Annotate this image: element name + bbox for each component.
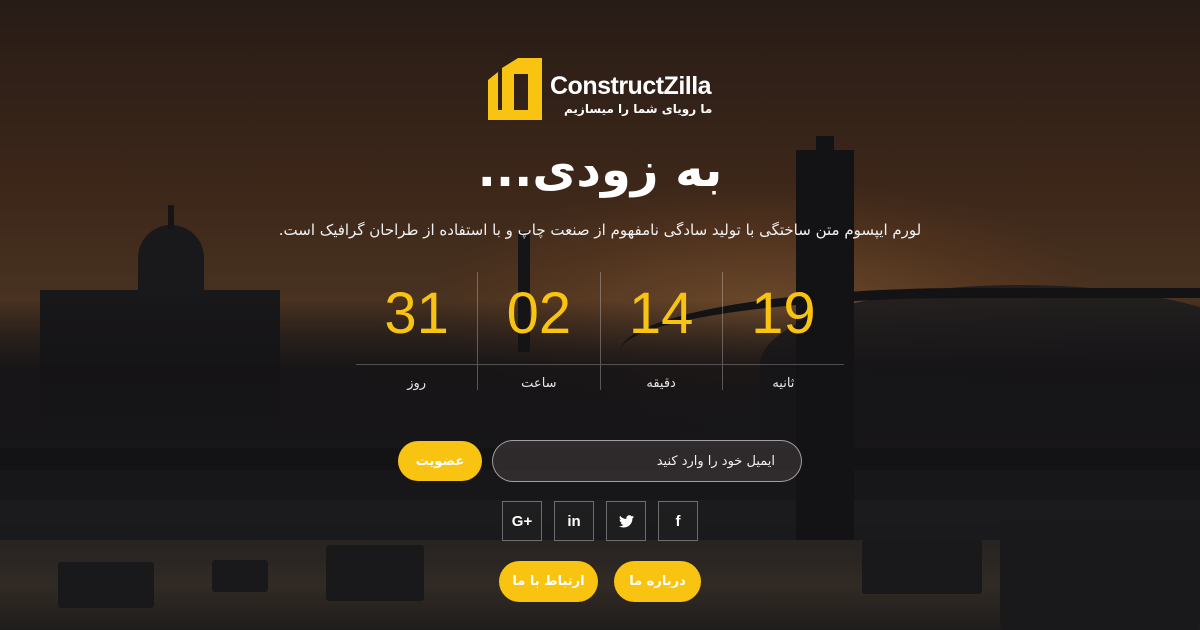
brand-tagline: ما رویای شما را میسازیم — [564, 102, 713, 116]
brand-logo[interactable]: ConstructZilla ما رویای شما را میسازیم — [488, 58, 718, 122]
subscribe-button[interactable]: عضویت — [398, 441, 482, 481]
countdown-days-value: 31 — [384, 281, 449, 346]
countdown-seconds-label: ثانیه — [772, 376, 795, 391]
countdown-hours-label: ساعت — [521, 376, 557, 391]
countdown-days-label: روز — [407, 376, 427, 391]
linkedin-icon[interactable]: in — [554, 501, 594, 541]
page-subtitle: لورم ایپسوم متن ساختگی با تولید سادگی نا… — [278, 221, 922, 239]
countdown-hours-value: 02 — [506, 281, 572, 346]
twitter-bird-glyph — [618, 514, 634, 527]
countdown-minutes: 14 دقیقه — [599, 272, 723, 391]
page-title: به زودی... — [477, 142, 723, 198]
countdown-hours: 02 ساعت — [477, 272, 600, 391]
countdown-seconds-value: 19 — [751, 281, 816, 346]
twitter-icon[interactable] — [606, 501, 646, 541]
countdown-minutes-label: دقیقه — [646, 376, 676, 391]
contact-us-button[interactable]: ارتباط با ما — [499, 561, 598, 602]
countdown-timer: 31 روز 02 ساعت 14 دقیقه 19 ثانیه — [356, 272, 845, 391]
countdown-days: 31 روز — [356, 272, 478, 391]
social-links: G+ in f — [502, 501, 698, 541]
countdown-seconds: 19 ثانیه — [721, 272, 845, 391]
google-plus-icon[interactable]: G+ — [502, 501, 542, 541]
subscribe-form: عضویت — [398, 440, 802, 482]
countdown-minutes-value: 14 — [628, 281, 694, 346]
about-us-button[interactable]: درباره ما — [614, 561, 701, 602]
email-input[interactable] — [492, 440, 802, 482]
brand-name: ConstructZilla — [550, 72, 712, 100]
building-icon — [488, 58, 542, 120]
facebook-icon[interactable]: f — [658, 501, 698, 541]
nav-buttons: ارتباط با ما درباره ما — [499, 561, 701, 603]
